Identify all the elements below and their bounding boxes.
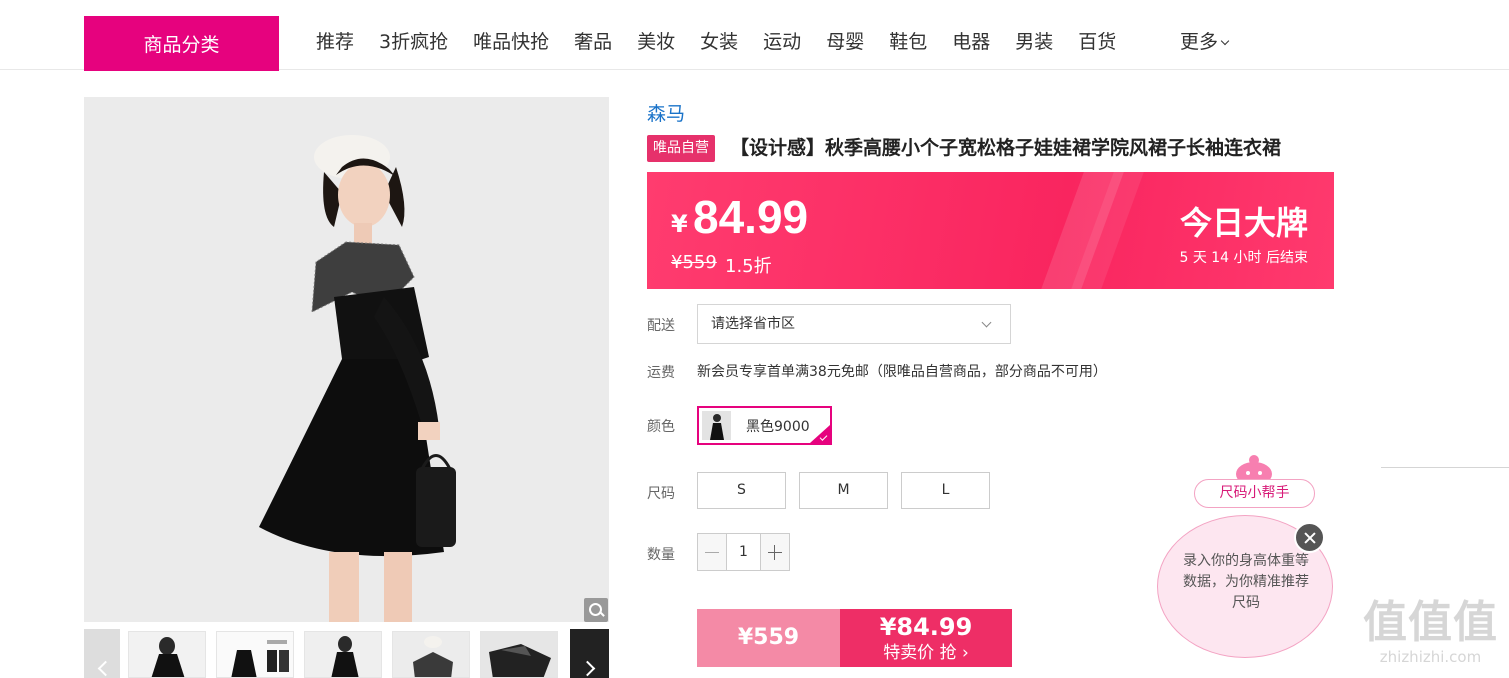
quantity-stepper: 1 [697,533,790,571]
thumbnail-item[interactable] [304,631,382,678]
size-helper-title[interactable]: 尺码小帮手 [1194,479,1315,508]
nav-item-women[interactable]: 女装 [700,28,738,56]
color-swatch-image [702,411,731,440]
watermark-url: zhizhizhi.com [1379,648,1482,666]
product-photo [84,97,609,622]
quantity-value[interactable]: 1 [726,534,761,570]
thumbnail-item[interactable] [392,631,470,678]
size-option-s[interactable]: S [697,472,786,509]
region-select[interactable]: 请选择省市区 [697,304,1011,344]
product-main-image[interactable] [84,97,609,622]
buy-original-price: ¥559 [697,609,840,667]
color-option-selected[interactable]: 黑色9000 [697,406,832,445]
nav-item-recommend[interactable]: 推荐 [316,28,354,56]
nav-item-sports[interactable]: 运动 [763,28,801,56]
buy-price: ¥84.99 [879,613,973,641]
watermark-logo: 值值值 [1363,597,1498,648]
nav-item-quick-grab[interactable]: 唯品快抢 [473,28,549,56]
selected-corner [810,425,830,443]
thumbnail-strip [84,629,609,678]
price-banner: ¥ 84.99 ¥559 1.5折 今日大牌 5 天 14 小时 后结束 [647,172,1334,289]
chevron-right-icon: › [962,643,969,663]
nav-menu: 推荐 3折疯抢 唯品快抢 奢品 美妆 女装 运动 母婴 鞋包 电器 男装 百货 [316,28,1141,56]
product-title: 【设计感】秋季高腰小个子宽松格子娃娃裙学院风裙子长袖连衣裙 [730,137,1282,159]
buy-action-row: 特卖价 抢 › [840,642,1012,664]
quantity-label: 数量 [647,547,675,563]
promo-title: 今日大牌 [1179,204,1308,242]
color-label: 颜色 [647,419,675,435]
zoom-icon[interactable] [584,598,608,622]
thumbnail-image [217,632,293,677]
nav-item-shoes-bags[interactable]: 鞋包 [889,28,927,56]
original-price: ¥559 [671,252,717,273]
minus-icon[interactable] [698,534,726,570]
thumbnail-image [305,632,381,677]
chevron-down-icon [1220,36,1230,46]
currency-symbol: ¥ [671,210,688,238]
brand-link[interactable]: 森马 [647,99,685,126]
divider [1381,467,1509,468]
thumbnail-next-button[interactable] [570,629,609,678]
size-label: 尺码 [647,486,675,502]
shipping-info: 新会员专享首单满38元免邮（限唯品自营商品，部分商品不可用） [697,364,1107,380]
thumbnail-image [129,632,205,677]
size-option-l[interactable]: L [901,472,990,509]
nav-item-flash-30[interactable]: 3折疯抢 [379,28,448,56]
nav-item-appliances[interactable]: 电器 [952,28,990,56]
nav-item-beauty[interactable]: 美妆 [637,28,675,56]
nav-item-luxury[interactable]: 奢品 [574,28,612,56]
nav-item-men[interactable]: 男装 [1015,28,1053,56]
thumbnail-item[interactable] [128,631,206,678]
self-operated-badge: 唯品自营 [647,135,715,162]
thumbnail-prev-button[interactable] [84,629,120,678]
nav-item-general[interactable]: 百货 [1078,28,1116,56]
nav-more[interactable]: 更多 [1180,28,1230,56]
thumbnail-item[interactable] [480,631,558,678]
category-button[interactable]: 商品分类 [84,16,279,71]
promo-countdown: 5 天 14 小时 后结束 [1179,250,1308,266]
plus-icon[interactable] [761,534,789,570]
size-option-m[interactable]: M [799,472,888,509]
thumbnail-image [481,632,557,677]
current-price: 84.99 [693,191,809,243]
region-select-placeholder: 请选择省市区 [711,316,795,332]
discount-rate: 1.5折 [725,256,772,277]
watermark: 值值值 zhizhizhi.com [1358,597,1503,667]
size-helper-text: 录入你的身高体重等数据，为你精准推荐尺码 [1183,553,1309,611]
close-icon[interactable] [1294,522,1325,553]
color-option-label: 黑色9000 [746,419,810,435]
delivery-label: 配送 [647,318,675,334]
buy-now-panel[interactable]: ¥84.99 特卖价 抢 › [840,609,1012,667]
chevron-down-icon [981,317,992,328]
nav-item-baby[interactable]: 母婴 [826,28,864,56]
shipping-label: 运费 [647,365,675,381]
buy-button[interactable]: ¥559 ¥84.99 特卖价 抢 › [697,609,1012,667]
top-nav: 商品分类 推荐 3折疯抢 唯品快抢 奢品 美妆 女装 运动 母婴 鞋包 电器 男… [0,0,1509,71]
nav-more-label: 更多 [1180,31,1219,53]
thumbnail-item[interactable] [216,631,294,678]
color-swatch-photo [702,411,731,440]
buy-action-label: 特卖价 抢 [883,643,957,663]
thumbnail-image [393,632,469,677]
